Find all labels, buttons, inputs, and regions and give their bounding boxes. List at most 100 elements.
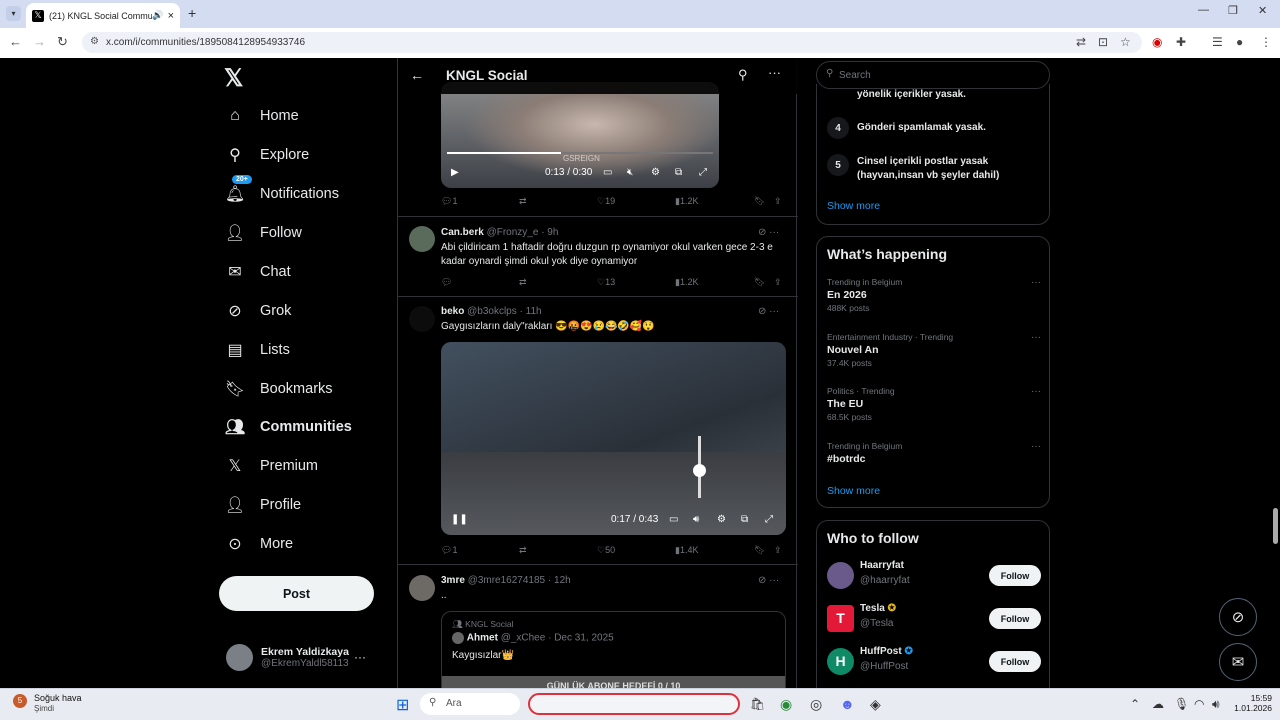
follow-button[interactable]: Follow (989, 608, 1041, 629)
tweet-time[interactable]: · 9h (541, 227, 558, 238)
maximize-button[interactable]: ❐ (1228, 4, 1238, 17)
tweet[interactable]: beko @b3okclps · 11h ⊘ ··· Gaygısızların… (398, 296, 798, 564)
captions-icon[interactable]: ▭ (669, 514, 678, 525)
post-button[interactable]: Post (219, 576, 374, 611)
settings-icon[interactable]: ⚙ (717, 514, 726, 525)
x-logo-icon[interactable]: 𝕏 (224, 64, 243, 93)
fullscreen-icon[interactable]: ⤢ (765, 514, 773, 525)
nav-home[interactable]: ⌂ Home (224, 104, 299, 128)
minimize-button[interactable]: — (1198, 4, 1209, 16)
reload-icon[interactable]: ↻ (57, 34, 68, 50)
windows-start-icon[interactable]: ⊞ (396, 695, 409, 715)
follow-suggestion[interactable]: T Tesla ✪ @Tesla Follow (827, 601, 1041, 635)
pip-icon[interactable]: ⧉ (741, 514, 748, 525)
views-button[interactable]: ▮ 1.2K (675, 277, 698, 288)
author-name[interactable]: 3mre (441, 575, 465, 586)
grok-icon[interactable]: ⊘ ··· (758, 575, 779, 586)
author-name[interactable]: Can.berk (441, 227, 484, 238)
share-icon[interactable]: ⇪ (774, 277, 782, 288)
discord-icon[interactable]: ☻ (840, 696, 855, 712)
nav-bookmarks[interactable]: 🔖︎ Bookmarks (224, 377, 333, 401)
tweet[interactable]: 3mre @3mre16274185 · 12h ⊘ ··· .. 👥︎ KNG… (398, 564, 798, 688)
follow-button[interactable]: Follow (989, 565, 1041, 586)
reply-icon[interactable]: 💬︎ (441, 277, 452, 288)
mute-icon[interactable]: 🔇︎ (627, 167, 633, 178)
progress-track[interactable] (447, 152, 713, 154)
video-player[interactable]: ❚❚ 0:17 / 0:43 ▭ 🔊︎ ⚙ ⧉ ⤢ (441, 342, 786, 535)
taskbar-pinned-apps[interactable] (528, 693, 740, 715)
opera-icon[interactable]: ◉ (1152, 35, 1162, 49)
back-arrow-icon[interactable]: ← (9, 34, 22, 49)
captions-icon[interactable]: ▭ (603, 167, 612, 178)
extensions-icon[interactable]: ✚ (1176, 35, 1186, 49)
window-close-button[interactable]: ✕ (1258, 4, 1267, 17)
bookmark-icon[interactable]: 🔖︎ (754, 196, 765, 207)
follow-suggestion[interactable]: H HuffPost ✪ @HuffPost Follow (827, 644, 1041, 678)
steam-icon[interactable]: ◎ (810, 696, 822, 713)
like-button[interactable]: ♡ 19 (597, 196, 615, 207)
back-arrow-icon[interactable]: ← (410, 67, 424, 83)
nav-profile[interactable]: 👤︎ Profile (224, 493, 301, 517)
store-icon[interactable]: 🛍︎ (750, 697, 765, 711)
nav-follow[interactable]: 👤︎ Follow (224, 221, 302, 245)
grok-icon[interactable]: ⊘ ··· (758, 227, 779, 238)
author-handle[interactable]: @b3okclps (467, 306, 517, 317)
like-button[interactable]: ♡ 50 (597, 545, 615, 556)
video-player[interactable]: GSREIGN ▶ 0:13 / 0:30 ▭ 🔇︎ ⚙ ⧉ ⤢ (441, 82, 719, 188)
trend-item[interactable]: Politics · Trending The EU 68.5K posts ··· (827, 386, 1041, 422)
more-icon[interactable]: ··· (1031, 277, 1041, 288)
avatar[interactable] (409, 306, 435, 332)
page-scrollbar[interactable] (1270, 58, 1280, 688)
bookmark-icon[interactable]: 🔖︎ (754, 545, 765, 556)
browser-tab[interactable]: 𝕏 (21) KNGL Social Commun 🔊 × (26, 3, 180, 28)
more-icon[interactable]: ··· (768, 65, 781, 80)
tweet-time[interactable]: · 12h (548, 575, 571, 586)
tray-chevron-icon[interactable]: ⌃ (1130, 697, 1140, 711)
reply-button[interactable]: 💬︎ 1 (441, 545, 457, 556)
more-icon[interactable]: ··· (1031, 386, 1041, 397)
share-icon[interactable]: ⇪ (774, 545, 782, 556)
share-icon[interactable]: ⇪ (774, 196, 782, 207)
quoted-tweet[interactable]: 👥︎ KNGL Social Ahmet @_xChee · Dec 31, 2… (441, 611, 786, 688)
nav-explore[interactable]: ⚲ Explore (224, 143, 309, 167)
trend-item[interactable]: Trending in Belgium #botrdc ··· (827, 441, 1041, 467)
play-icon[interactable]: ▶ (451, 167, 459, 178)
new-tab-button[interactable]: + (188, 5, 196, 21)
rules-show-more[interactable]: Show more (827, 200, 880, 212)
bookmark-star-icon[interactable]: ☆ (1120, 35, 1131, 49)
install-icon[interactable]: ⊡ (1098, 35, 1108, 49)
author-name[interactable]: beko (441, 306, 464, 317)
bookmark-icon[interactable]: 🔖︎ (754, 277, 765, 288)
more-icon[interactable]: ··· (1031, 441, 1041, 452)
tweet-time[interactable]: · 11h (520, 306, 542, 317)
wifi-icon[interactable]: ◠ (1194, 697, 1204, 711)
tab-close-icon[interactable]: × (168, 10, 174, 22)
settings-icon[interactable]: ⚙ (651, 167, 660, 178)
retweet-icon[interactable]: ⇄ (519, 196, 527, 207)
forward-arrow-icon[interactable]: → (33, 34, 46, 49)
app-icon[interactable]: ◈ (870, 696, 881, 713)
pip-icon[interactable]: ⧉ (675, 167, 682, 178)
trends-show-more[interactable]: Show more (827, 485, 880, 497)
follow-suggestion[interactable]: Haarryfat @haarryfat Follow (827, 558, 1041, 592)
views-button[interactable]: ▮ 1.2K (675, 196, 698, 207)
views-button[interactable]: ▮ 1.4K (675, 545, 698, 556)
retweet-icon[interactable]: ⇄ (519, 545, 527, 556)
nav-premium[interactable]: 𝕏 Premium (224, 454, 318, 478)
nav-communities[interactable]: 👥︎ Communities (224, 415, 352, 439)
taskbar-search[interactable]: ⚲ Ara (420, 693, 520, 715)
avatar[interactable] (409, 226, 435, 252)
address-bar[interactable]: ⚙ x.com/i/communities/189508412895493374… (82, 32, 1142, 53)
audio-icon[interactable]: 🔊 (152, 10, 163, 21)
account-more-icon[interactable]: ··· (354, 650, 366, 664)
more-icon[interactable]: ··· (1031, 332, 1041, 343)
nav-notifications[interactable]: 🔔︎ 20+ Notifications (224, 175, 339, 206)
speaker-icon[interactable]: 🔊︎ (1212, 697, 1220, 712)
author-handle[interactable]: @Fronzy_e (487, 227, 539, 238)
nav-more[interactable]: ⊙ More (224, 532, 293, 556)
site-info-icon[interactable]: ⚙ (90, 36, 99, 47)
browser-menu-icon[interactable]: ⋮ (1260, 35, 1272, 49)
author-handle[interactable]: @3mre16274185 (468, 575, 545, 586)
follow-button[interactable]: Follow (989, 651, 1041, 672)
profile-icon[interactable]: ● (1236, 35, 1243, 49)
